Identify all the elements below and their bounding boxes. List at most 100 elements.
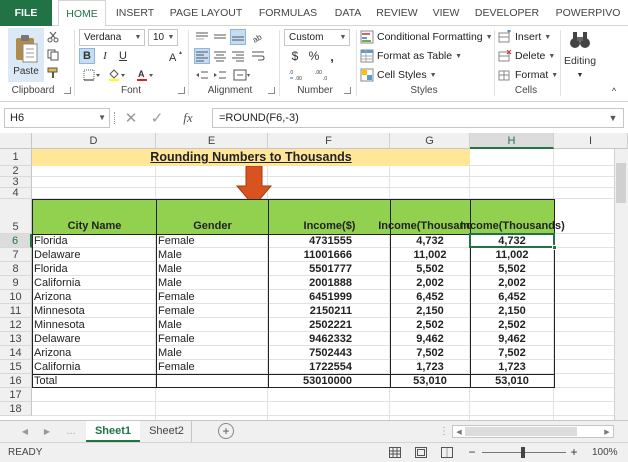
select-all-button[interactable] [0, 133, 32, 149]
clipboard-launcher-icon[interactable] [64, 87, 71, 94]
font-color-button[interactable]: A [134, 68, 156, 82]
conditional-formatting-button[interactable]: Conditional Formatting ▼ [360, 28, 493, 46]
tab-developer[interactable]: DEVELOPER [470, 0, 544, 26]
row-header-9[interactable]: 9 [0, 276, 32, 290]
column-header-e[interactable]: E [156, 133, 268, 149]
row-header-6[interactable]: 6 [0, 234, 32, 248]
formula-input[interactable]: =ROUND(F6,-3) [212, 108, 624, 128]
scroll-left-icon[interactable]: ◀ [453, 426, 465, 437]
cell-e13[interactable]: Female [156, 332, 268, 346]
increase-decimal-button[interactable]: .0.00 [288, 67, 310, 83]
chevron-down-icon[interactable]: ▼ [574, 70, 586, 80]
confirm-entry-icon[interactable]: ✓ [148, 109, 166, 127]
row-header-14[interactable]: 14 [0, 346, 32, 360]
tab-view[interactable]: VIEW [428, 0, 464, 26]
number-format-combo[interactable]: Custom ▼ [284, 29, 350, 46]
cell-d12[interactable]: Minnesota [32, 318, 156, 332]
row-header-1[interactable]: 1 [0, 149, 32, 166]
cell-f7[interactable]: 11001666 [268, 248, 390, 262]
top-align-button[interactable] [194, 29, 210, 45]
cell-d14[interactable]: Arizona [32, 346, 156, 360]
header-income-thousands-h[interactable]: Income (Thousands) [460, 199, 565, 235]
zoom-in-icon[interactable]: + [568, 445, 580, 459]
scrollbar-thumb[interactable] [616, 163, 626, 203]
tab-review[interactable]: REVIEW [372, 0, 422, 26]
active-cell-outline[interactable] [469, 233, 555, 248]
cell-d15[interactable]: California [32, 360, 156, 374]
cell-g6[interactable]: 4,732 [390, 234, 470, 248]
cell-g14[interactable]: 7,502 [390, 346, 470, 360]
header-income-thousands-g[interactable]: Income (Thousands) [378, 199, 483, 235]
tab-home[interactable]: HOME [58, 0, 106, 27]
currency-button[interactable]: $ [286, 48, 304, 64]
column-header-h[interactable]: H [470, 133, 554, 149]
cell-g11[interactable]: 2,150 [390, 304, 470, 318]
cell-d13[interactable]: Delaware [32, 332, 156, 346]
paste-button[interactable]: Paste [8, 28, 44, 82]
middle-align-button[interactable] [212, 29, 228, 45]
cell-e6[interactable]: Female [156, 234, 268, 248]
decrease-indent-button[interactable] [194, 67, 210, 83]
cell-styles-button[interactable]: Cell Styles ▼ [360, 66, 437, 84]
scroll-left-icon[interactable]: ◀ [18, 424, 32, 438]
percent-button[interactable]: % [306, 48, 322, 64]
column-header-i[interactable]: I [554, 133, 628, 149]
sheet-tab-sheet2[interactable]: Sheet2 [142, 421, 192, 442]
cell-e12[interactable]: Male [156, 318, 268, 332]
tab-data[interactable]: DATA [330, 0, 366, 26]
cell-f8[interactable]: 5501777 [268, 262, 390, 276]
cell-d6[interactable]: Florida [32, 234, 156, 248]
cell-g8[interactable]: 5,502 [390, 262, 470, 276]
font-name-combo[interactable]: Verdana ▼ [79, 29, 145, 46]
tab-insert[interactable]: INSERT [110, 0, 160, 26]
tab-page-layout[interactable]: PAGE LAYOUT [166, 0, 246, 26]
copy-button[interactable] [46, 48, 60, 62]
cell-g13[interactable]: 9,462 [390, 332, 470, 346]
tab-powerpivot[interactable]: POWERPIVO [550, 0, 626, 26]
insert-cells-button[interactable]: Insert ▼ [498, 28, 551, 46]
cell-h10[interactable]: 6,452 [470, 290, 554, 304]
cell-g15[interactable]: 1,723 [390, 360, 470, 374]
tab-formulas[interactable]: FORMULAS [252, 0, 324, 26]
row-header-13[interactable]: 13 [0, 332, 32, 346]
cell-d8[interactable]: Florida [32, 262, 156, 276]
align-right-button[interactable] [230, 48, 246, 64]
cell-d9[interactable]: California [32, 276, 156, 290]
column-header-g[interactable]: G [390, 133, 470, 149]
format-painter-button[interactable] [46, 66, 60, 80]
horizontal-scrollbar[interactable]: ◀ ▶ [452, 425, 614, 438]
sheet-title[interactable]: Rounding Numbers to Thousands [32, 149, 470, 166]
zoom-out-icon[interactable]: − [466, 445, 478, 459]
editing-group-label[interactable]: Editing [562, 54, 598, 68]
cell-h16[interactable]: 53,010 [470, 374, 554, 388]
cell-h9[interactable]: 2,002 [470, 276, 554, 290]
cell-d7[interactable]: Delaware [32, 248, 156, 262]
row-header-15[interactable]: 15 [0, 360, 32, 374]
find-select-button[interactable] [565, 28, 595, 52]
row-header-7[interactable]: 7 [0, 248, 32, 262]
row-header-8[interactable]: 8 [0, 262, 32, 276]
cell-e9[interactable]: Male [156, 276, 268, 290]
row-header-10[interactable]: 10 [0, 290, 32, 304]
increase-font-button[interactable]: A [168, 48, 184, 64]
cell-e15[interactable]: Female [156, 360, 268, 374]
borders-button[interactable] [81, 68, 103, 82]
cell-g10[interactable]: 6,452 [390, 290, 470, 304]
cell-d10[interactable]: Arizona [32, 290, 156, 304]
page-break-view-button[interactable] [440, 446, 454, 459]
font-launcher-icon[interactable] [178, 87, 185, 94]
cell-f12[interactable]: 2502221 [268, 318, 390, 332]
cell-e8[interactable]: Male [156, 262, 268, 276]
normal-view-button[interactable] [388, 446, 402, 459]
delete-cells-button[interactable]: Delete ▼ [498, 47, 555, 65]
cell-g7[interactable]: 11,002 [390, 248, 470, 262]
cell-d11[interactable]: Minnesota [32, 304, 156, 318]
row-header-18[interactable]: 18 [0, 402, 32, 416]
decrease-decimal-button[interactable]: .00.0 [314, 67, 336, 83]
collapse-ribbon-icon[interactable]: ^ [606, 84, 622, 98]
orientation-button[interactable]: ab [250, 29, 266, 45]
cancel-entry-icon[interactable]: ✕ [122, 109, 140, 127]
number-launcher-icon[interactable] [344, 87, 351, 94]
header-city-name[interactable]: City Name [32, 199, 157, 235]
scroll-right-icon[interactable]: ▶ [40, 424, 54, 438]
